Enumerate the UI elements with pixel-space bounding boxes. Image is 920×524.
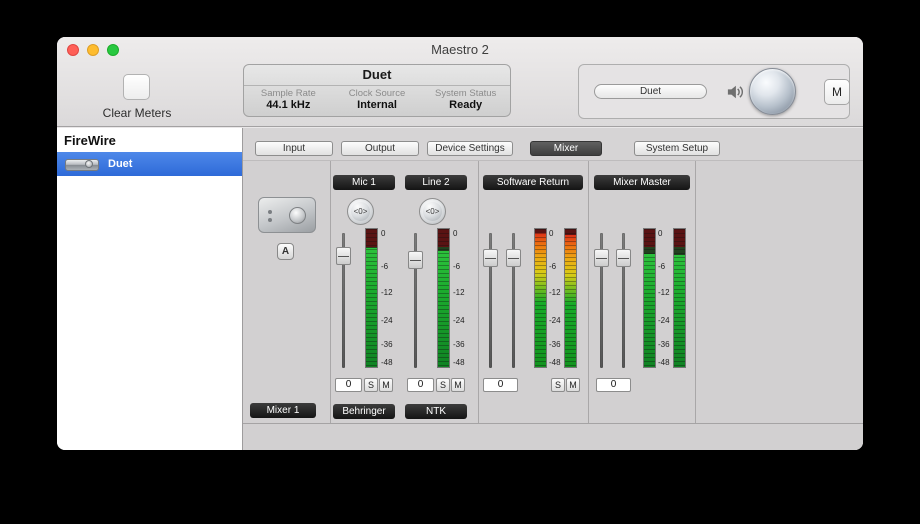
mic1-level-meter xyxy=(365,228,378,368)
monitor-mute-button[interactable]: M xyxy=(824,79,850,105)
window-chrome: Maestro 2 Clear Meters Duet Sample Rate … xyxy=(57,37,863,127)
monitor-a-button[interactable]: A xyxy=(277,243,294,260)
status-clock-source: Clock Source Internal xyxy=(333,86,422,111)
mixer-master-fader-left-thumb[interactable] xyxy=(594,249,609,267)
line2-value-input[interactable]: 0 xyxy=(407,378,434,392)
mixer-section-label: Mixer 1 xyxy=(250,403,316,418)
software-return-fader-left-thumb[interactable] xyxy=(483,249,498,267)
tab-output[interactable]: Output xyxy=(341,141,419,156)
software-return-fader-right-thumb[interactable] xyxy=(506,249,521,267)
line2-pan-knob[interactable]: <0> xyxy=(419,198,446,225)
meter-tick-label: -48 xyxy=(453,358,465,367)
meter-tick-label: 0 xyxy=(381,229,385,238)
software-return-meter-right xyxy=(564,228,577,368)
meter-tick-label: -36 xyxy=(381,340,393,349)
status-device-title: Duet xyxy=(244,65,510,86)
tab-input[interactable]: Input xyxy=(255,141,333,156)
sidebar-header-firewire: FireWire xyxy=(57,128,242,152)
meter-tick-label: -24 xyxy=(549,316,561,325)
software-return-value-input[interactable]: 0 xyxy=(483,378,518,392)
mic1-header: Mic 1 xyxy=(333,175,395,190)
meter-tick-label: -12 xyxy=(658,288,670,297)
duet-hardware-image xyxy=(258,197,316,233)
meter-tick-label: -48 xyxy=(549,358,561,367)
sidebar-item-label: Duet xyxy=(108,158,132,170)
line2-meter-scale: 0 -6 -12 -24 -36 -48 xyxy=(452,228,470,368)
meter-tick-label: -48 xyxy=(381,358,393,367)
app-window: Maestro 2 Clear Meters Duet Sample Rate … xyxy=(57,37,863,450)
sidebar-item-duet[interactable]: Duet xyxy=(57,152,242,176)
meter-tick-label: -6 xyxy=(549,262,556,271)
meter-tick-label: -12 xyxy=(549,288,561,297)
mic1-pan-knob[interactable]: <0> xyxy=(347,198,374,225)
software-return-solo-button[interactable]: S xyxy=(551,378,565,392)
status-system-status: System Status Ready xyxy=(421,86,510,111)
monitor-device-select[interactable]: Duet xyxy=(594,84,707,99)
clear-meters-label: Clear Meters xyxy=(91,106,183,120)
meter-tick-label: -12 xyxy=(453,288,465,297)
meter-tick-label: -48 xyxy=(658,358,670,367)
meter-tick-label: 0 xyxy=(658,229,662,238)
software-return-fader-left xyxy=(483,233,498,368)
mic1-value-input[interactable]: 0 xyxy=(335,378,362,392)
mic1-solo-button[interactable]: S xyxy=(364,378,378,392)
line2-solo-button[interactable]: S xyxy=(436,378,450,392)
meter-tick-label: -6 xyxy=(658,262,665,271)
meter-tick-label: -36 xyxy=(549,340,561,349)
mixer-master-fader-right xyxy=(616,233,631,368)
meter-tick-label: -24 xyxy=(658,316,670,325)
software-return-header: Software Return xyxy=(483,175,583,190)
mixer-master-meter-left xyxy=(643,228,656,368)
divider xyxy=(695,161,696,423)
mic1-meter-scale: 0 -6 -12 -24 -36 -48 xyxy=(380,228,398,368)
divider xyxy=(588,161,589,423)
tab-system-setup[interactable]: System Setup xyxy=(634,141,720,156)
mixer-master-fader-right-thumb[interactable] xyxy=(616,249,631,267)
line2-fader-thumb[interactable] xyxy=(408,251,423,269)
main-content: Input Output Device Settings Mixer Syste… xyxy=(243,128,863,450)
meter-tick-label: -6 xyxy=(381,262,388,271)
mic1-name-label: Behringer xyxy=(333,404,395,419)
mixer-master-value-input[interactable]: 0 xyxy=(596,378,631,392)
meter-tick-label: -36 xyxy=(658,340,670,349)
meter-tick-label: -36 xyxy=(453,340,465,349)
line2-name-label: NTK xyxy=(405,404,467,419)
meter-tick-label: -24 xyxy=(453,316,465,325)
device-status-panel: Duet Sample Rate 44.1 kHz Clock Source I… xyxy=(243,64,511,117)
mic1-fader xyxy=(336,233,351,368)
mixer-master-fader-left xyxy=(594,233,609,368)
meter-tick-label: 0 xyxy=(549,229,553,238)
mic1-fader-thumb[interactable] xyxy=(336,247,351,265)
output-level-knob[interactable] xyxy=(749,68,796,115)
meter-tick-label: 0 xyxy=(453,229,457,238)
mic1-mute-button[interactable]: M xyxy=(379,378,393,392)
meter-tick-label: -24 xyxy=(381,316,393,325)
line2-mute-button[interactable]: M xyxy=(451,378,465,392)
divider xyxy=(330,161,331,423)
clear-meters-button[interactable] xyxy=(123,74,150,100)
mixer-master-meter-right xyxy=(673,228,686,368)
monitor-panel: Duet M xyxy=(578,64,850,119)
line2-level-meter xyxy=(437,228,450,368)
window-title: Maestro 2 xyxy=(57,42,863,57)
line2-fader xyxy=(408,233,423,368)
software-return-meter-left xyxy=(534,228,547,368)
divider xyxy=(478,161,479,423)
duet-device-icon xyxy=(65,156,99,173)
software-return-mute-button[interactable]: M xyxy=(566,378,580,392)
meter-tick-label: -6 xyxy=(453,262,460,271)
mixer-panel: A Mixer 1 Mic 1 <0> 0 -6 -12 -24 -36 -48 0 S xyxy=(243,160,863,450)
status-sample-rate: Sample Rate 44.1 kHz xyxy=(244,86,333,111)
sidebar: FireWire Duet xyxy=(57,128,243,450)
software-return-fader-right xyxy=(506,233,521,368)
speaker-icon xyxy=(726,84,744,100)
tab-mixer[interactable]: Mixer xyxy=(530,141,602,156)
mixer-master-header: Mixer Master xyxy=(594,175,690,190)
line2-header: Line 2 xyxy=(405,175,467,190)
meter-tick-label: -12 xyxy=(381,288,393,297)
tab-device-settings[interactable]: Device Settings xyxy=(427,141,513,156)
